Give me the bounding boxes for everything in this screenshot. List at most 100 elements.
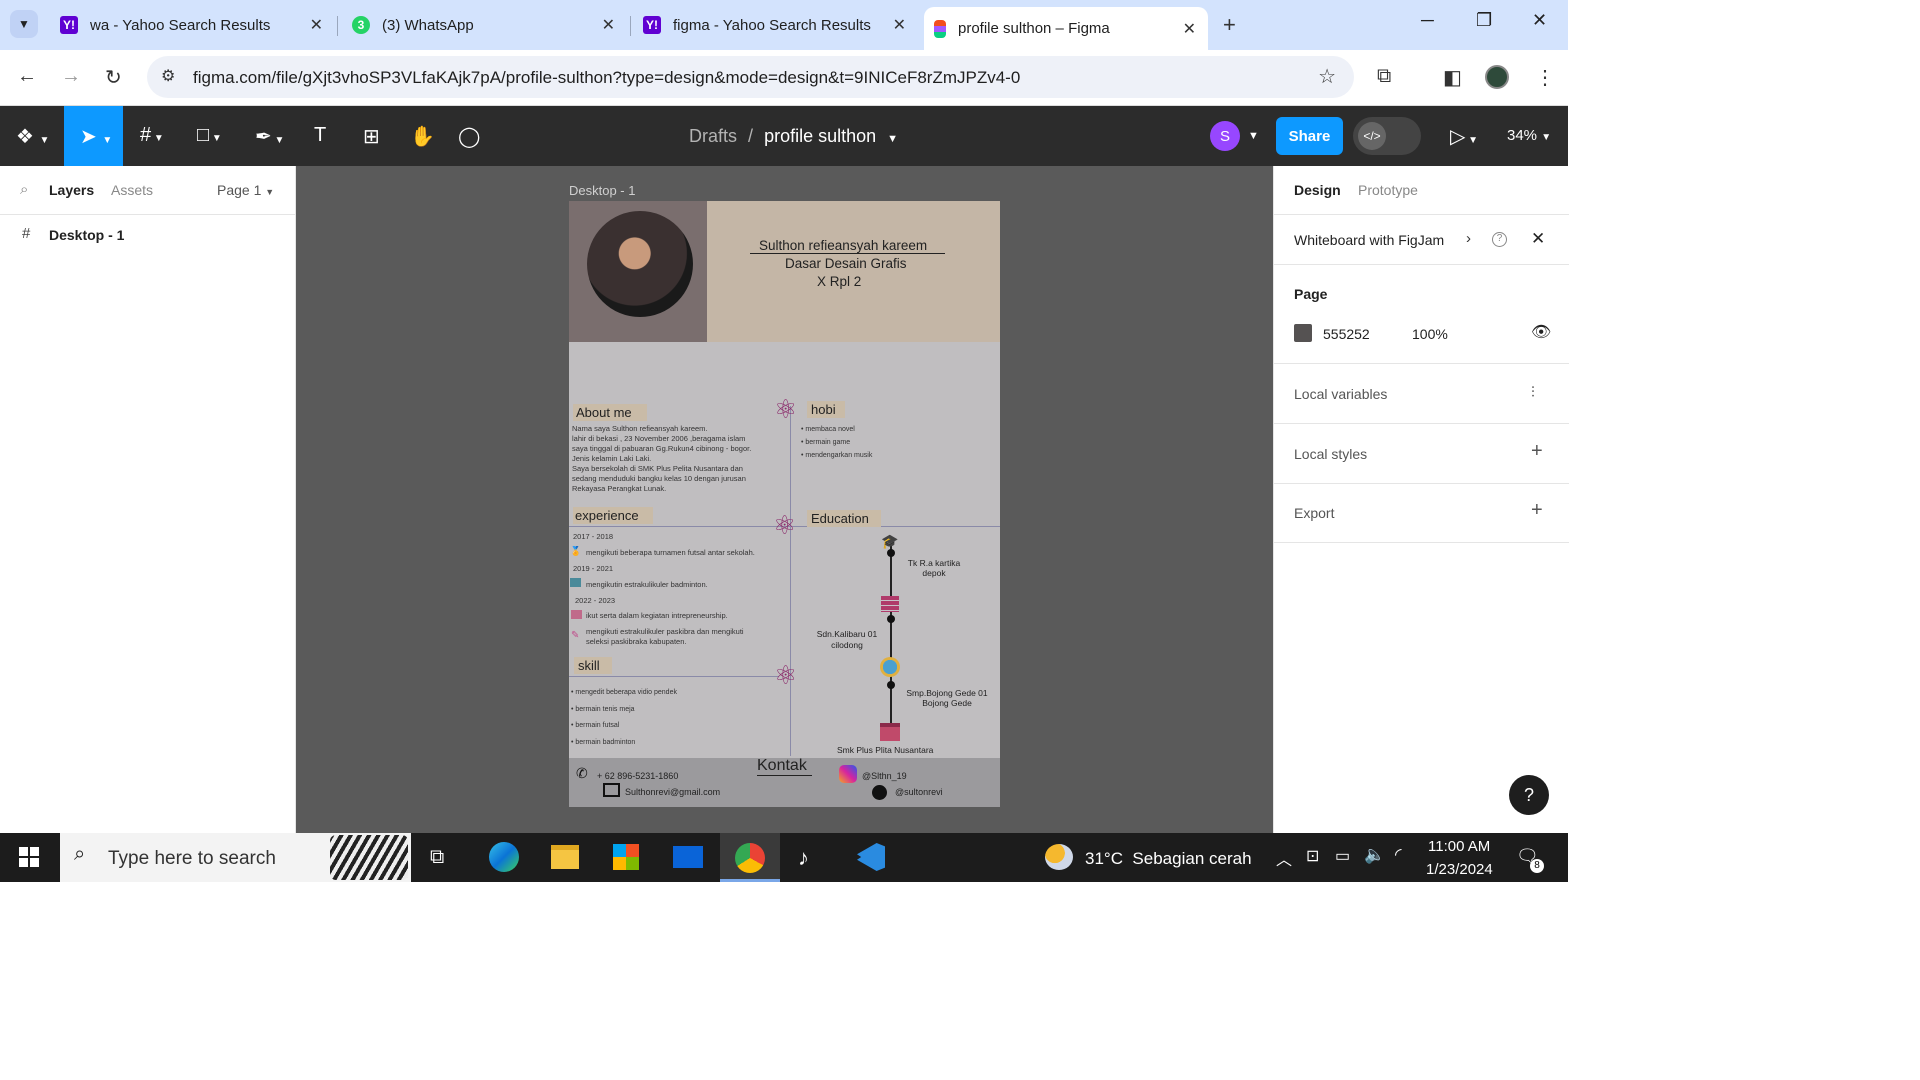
omnibox[interactable]: ⚙ figma.com/file/gXjt3vhoSP3VLfaKAjk7pA/… xyxy=(147,56,1354,98)
meet-now-icon[interactable]: ⊡ xyxy=(1306,846,1319,866)
resources-icon[interactable]: ⊞ xyxy=(363,124,380,149)
page-opacity[interactable]: 100% xyxy=(1412,326,1448,342)
user-avatar[interactable]: S xyxy=(1210,121,1240,151)
dev-mode-toggle[interactable]: </> xyxy=(1353,117,1421,155)
chevron-down-icon[interactable]: ▼ xyxy=(1248,130,1259,142)
page-selector[interactable]: Page 1 ▼ xyxy=(217,182,274,198)
chevron-down-icon[interactable]: ▼ xyxy=(887,133,898,145)
add-icon[interactable]: + xyxy=(1531,440,1543,463)
browser-tab-active[interactable]: profile sulthon – Figma ✕ xyxy=(924,7,1208,50)
reload-icon[interactable]: ↻ xyxy=(105,65,122,90)
vscode-icon[interactable] xyxy=(857,843,885,871)
battery-icon[interactable]: ▭ xyxy=(1335,846,1350,866)
browser-menu-icon[interactable]: ⋮ xyxy=(1535,65,1555,90)
pen-tool-icon[interactable]: ✒ ▼ xyxy=(255,124,284,149)
clock-time[interactable]: 11:00 AM xyxy=(1428,838,1490,855)
profile-avatar[interactable] xyxy=(1485,65,1509,89)
bookmark-star-icon[interactable]: ☆ xyxy=(1318,64,1336,89)
site-settings-icon[interactable]: ⚙ xyxy=(161,66,175,86)
tab-design[interactable]: Design xyxy=(1294,182,1341,198)
experience-year: 2019 - 2021 xyxy=(573,564,614,573)
help-icon[interactable]: ? xyxy=(1492,232,1507,247)
add-icon[interactable]: + xyxy=(1531,499,1543,522)
tab-search-button[interactable]: ▼ xyxy=(10,10,38,38)
experience-text: mengikuti beberapa turnamen futsal antar… xyxy=(586,548,755,557)
tiktok-icon[interactable]: ♪ xyxy=(798,845,809,871)
tab-title: profile sulthon – Figma xyxy=(958,20,1110,37)
volume-icon[interactable]: 🔈 xyxy=(1364,845,1385,865)
forward-icon[interactable]: → xyxy=(61,65,81,88)
figma-menu-icon[interactable]: ❖ ▼ xyxy=(16,124,49,149)
cursor-arrow-icon: ➤ ▼ xyxy=(80,126,113,148)
tab-title: wa - Yahoo Search Results xyxy=(90,16,271,34)
close-icon[interactable]: ✕ xyxy=(893,15,906,35)
text-tool-icon[interactable]: T xyxy=(314,124,326,147)
layer-row[interactable]: # Desktop - 1 xyxy=(0,222,295,248)
comment-tool-icon[interactable]: ◯ xyxy=(458,124,480,149)
close-icon[interactable]: ✕ xyxy=(1183,19,1196,39)
design-canvas[interactable]: Desktop - 1 Sulthon refieansyah kareem D… xyxy=(296,166,1273,833)
tab-prototype[interactable]: Prototype xyxy=(1358,182,1418,198)
local-styles-row[interactable]: Local styles + xyxy=(1274,424,1569,484)
frame-tool-icon[interactable]: # ▼ xyxy=(140,124,164,147)
export-row[interactable]: Export + xyxy=(1274,484,1569,543)
chevron-right-icon[interactable]: › xyxy=(1466,230,1471,247)
vertical-divider xyxy=(790,406,791,756)
search-icon[interactable]: ⌕ xyxy=(20,181,28,198)
sliders-icon[interactable]: ⫶ xyxy=(1531,384,1535,401)
close-icon[interactable]: ✕ xyxy=(1531,229,1545,249)
hand-tool-icon[interactable]: ✋ xyxy=(410,124,435,149)
minimize-icon[interactable]: ─ xyxy=(1421,10,1434,31)
move-tool-button[interactable]: ➤ ▼ xyxy=(64,106,123,166)
file-name[interactable]: profile sulthon xyxy=(764,126,876,146)
email-text: Sulthonrevi@gmail.com xyxy=(625,787,721,797)
code-icon: </> xyxy=(1358,122,1386,150)
weather-text[interactable]: 31°C Sebagian cerah xyxy=(1085,849,1252,869)
shape-tool-icon[interactable]: □ ▼ xyxy=(197,124,222,147)
wifi-icon[interactable]: ◜ xyxy=(1395,845,1402,865)
browser-tab-3[interactable]: Y! figma - Yahoo Search Results ✕ xyxy=(633,7,918,43)
share-button[interactable]: Share xyxy=(1276,117,1343,155)
extensions-icon[interactable]: ⧉ xyxy=(1377,65,1391,88)
layers-panel: ⌕ Layers Assets Page 1 ▼ # Desktop - 1 xyxy=(0,166,296,833)
present-play-icon[interactable]: ▷ ▼ xyxy=(1450,124,1478,149)
page-color-swatch[interactable] xyxy=(1294,324,1312,342)
frame-label[interactable]: Desktop - 1 xyxy=(569,183,635,198)
books-icon xyxy=(881,596,899,612)
tab-assets[interactable]: Assets xyxy=(111,182,153,198)
side-panel-icon[interactable]: ◧ xyxy=(1443,65,1462,90)
windows-start-icon[interactable] xyxy=(19,847,39,867)
back-icon[interactable]: ← xyxy=(17,65,37,88)
whiteboard-text[interactable]: Whiteboard with FigJam xyxy=(1294,232,1444,248)
chevron-up-icon[interactable]: ︿ xyxy=(1276,846,1292,870)
restore-icon[interactable]: ❐ xyxy=(1476,10,1492,31)
breadcrumb-drafts[interactable]: Drafts xyxy=(689,126,737,146)
edge-icon[interactable] xyxy=(489,842,519,872)
page-color-value[interactable]: 555252 xyxy=(1323,326,1370,342)
timeline-line xyxy=(890,546,892,724)
notification-count: 8 xyxy=(1530,859,1544,873)
yahoo-icon: Y! xyxy=(643,16,661,34)
local-variables-row[interactable]: Local variables ⫶ xyxy=(1274,364,1569,424)
tab-layers[interactable]: Layers xyxy=(49,182,94,198)
close-icon[interactable]: ✕ xyxy=(310,15,323,35)
desktop-frame[interactable]: Sulthon refieansyah kareem Dasar Desain … xyxy=(569,201,1000,807)
export-label: Export xyxy=(1294,505,1335,521)
chrome-taskbar-active[interactable] xyxy=(720,833,780,882)
store-icon[interactable] xyxy=(613,844,639,870)
eye-icon[interactable]: 👁 xyxy=(1531,322,1551,342)
browser-tab-2[interactable]: 3 (3) WhatsApp ✕ xyxy=(342,7,627,43)
close-icon[interactable]: ✕ xyxy=(602,15,615,35)
url-text[interactable]: figma.com/file/gXjt3vhoSP3VLfaKAjk7pA/pr… xyxy=(193,68,1020,88)
clock-date[interactable]: 1/23/2024 xyxy=(1426,861,1493,878)
new-tab-icon[interactable]: + xyxy=(1223,12,1236,38)
window-close-icon[interactable]: ✕ xyxy=(1532,10,1547,31)
zoom-level[interactable]: 34% ▼ xyxy=(1507,127,1551,144)
browser-tab-1[interactable]: Y! wa - Yahoo Search Results ✕ xyxy=(50,7,335,43)
file-explorer-icon[interactable] xyxy=(551,845,579,869)
whiteboard-banner[interactable]: Whiteboard with FigJam › ? ✕ xyxy=(1274,215,1569,265)
taskbar-search[interactable]: ⌕ Type here to search xyxy=(60,833,411,882)
mail-icon[interactable] xyxy=(673,846,703,868)
task-view-icon[interactable]: ⧉ xyxy=(430,846,444,869)
help-button[interactable]: ? xyxy=(1509,775,1549,815)
